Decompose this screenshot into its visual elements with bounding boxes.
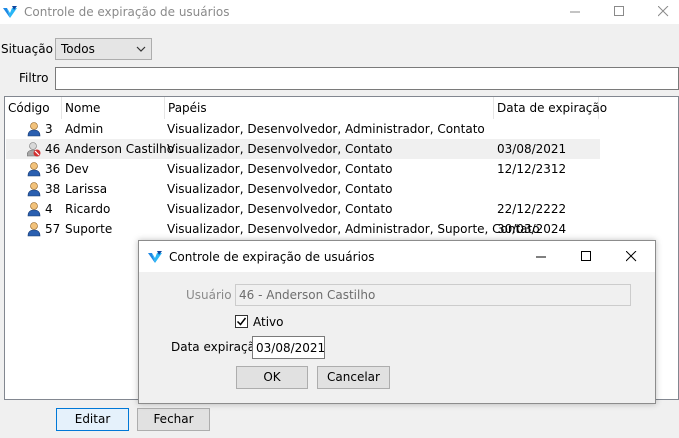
cell-codigo: 3 [45,122,53,136]
dialog-title-bar: Controle de expiração de usuários [139,241,655,272]
column-header-papeis[interactable]: Papéis [165,97,494,119]
minimize-icon [536,256,546,258]
ativo-checkbox[interactable] [235,315,248,328]
dialog-maximize-button[interactable] [564,241,610,272]
cell-codigo: 57 [45,222,61,236]
cell-papeis: Visualizador, Desenvolvedor, Contato [167,182,393,196]
data-expiracao-input[interactable]: 03/08/2021 [252,336,325,359]
list-item[interactable]: 3 Admin Visualizador, Desenvolvedor, Adm… [6,119,600,139]
window-title: Controle de expiração de usuários [24,5,230,19]
app-logo-icon [148,251,162,263]
cell-papeis: Visualizador, Desenvolvedor, Contato [167,162,393,176]
close-icon [658,6,669,17]
column-header-data[interactable]: Data de expiração [494,97,607,119]
checkmark-icon [236,317,247,326]
cell-data: 30/03/2024 [497,222,567,236]
fechar-button[interactable]: Fechar [137,408,210,431]
cancelar-button[interactable]: Cancelar [317,366,390,389]
user-blocked-icon [27,142,41,157]
close-icon [626,251,637,262]
chevron-down-icon [136,46,146,52]
cell-codigo: 38 [45,182,61,196]
cell-codigo: 4 [45,202,53,216]
cell-nome: Larissa [65,182,108,196]
user-icon [27,122,41,137]
maximize-icon [614,6,624,16]
data-expiracao-label: Data expiração [171,340,263,354]
maximize-button[interactable] [597,0,643,24]
list-item[interactable]: 46 Anderson Castilho Visualizador, Desen… [6,139,600,159]
dialog-minimize-button[interactable] [519,241,565,272]
user-icon [27,182,41,197]
cell-papeis: Visualizador, Desenvolvedor, Contato [167,142,393,156]
user-icon [27,222,41,237]
filtro-input[interactable] [55,67,679,90]
cell-nome: Suporte [65,222,113,236]
situacao-label: Situação [1,42,53,56]
close-button[interactable] [641,0,679,24]
editar-button[interactable]: Editar [56,408,129,431]
minimize-icon [570,11,580,13]
usuario-field: 46 - Anderson Castilho [235,284,631,306]
situacao-select-value: Todos [61,42,95,56]
column-header-nome[interactable]: Nome [62,97,165,119]
app-logo-icon [3,6,17,18]
ativo-label: Ativo [253,315,284,329]
cell-codigo: 46 [45,142,61,156]
cell-data: 12/12/2312 [497,162,567,176]
cell-papeis: Visualizador, Desenvolvedor, Contato [167,202,393,216]
cell-nome: Ricardo [65,202,111,216]
data-expiracao-value: 03/08/2021 [256,341,326,355]
title-bar: Controle de expiração de usuários [0,0,679,24]
cell-papeis: Visualizador, Desenvolvedor, Administrad… [167,122,485,136]
expiration-dialog: Controle de expiração de usuários Usuári… [138,240,656,404]
cell-papeis: Visualizador, Desenvolvedor, Administrad… [167,222,540,236]
maximize-icon [581,251,591,261]
minimize-button[interactable] [553,0,599,24]
usuario-label: Usuário [186,288,232,302]
dialog-title: Controle de expiração de usuários [169,250,375,264]
column-header-codigo[interactable]: Código [5,97,62,119]
dialog-close-button[interactable] [609,241,655,272]
situacao-select[interactable]: Todos [55,38,152,60]
ok-button[interactable]: OK [236,366,308,389]
filtro-label: Filtro [19,71,49,85]
cell-nome: Dev [65,162,89,176]
usuario-value: 46 - Anderson Castilho [239,288,376,302]
cell-data: 22/12/2222 [497,202,567,216]
list-item[interactable]: 4 Ricardo Visualizador, Desenvolvedor, C… [6,199,600,219]
cell-nome: Anderson Castilho [65,142,175,156]
cell-nome: Admin [65,122,104,136]
list-item[interactable]: 38 Larissa Visualizador, Desenvolvedor, … [6,179,600,199]
cell-codigo: 36 [45,162,61,176]
list-item[interactable]: 36 Dev Visualizador, Desenvolvedor, Cont… [6,159,600,179]
list-item[interactable]: 57 Suporte Visualizador, Desenvolvedor, … [6,219,600,239]
cell-data: 03/08/2021 [497,142,567,156]
user-icon [27,162,41,177]
user-icon [27,202,41,217]
